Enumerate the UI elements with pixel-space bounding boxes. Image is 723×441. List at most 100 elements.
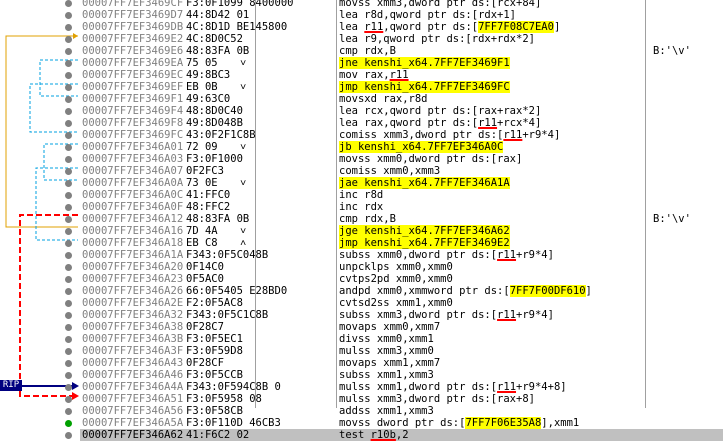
- disasm-row[interactable]: 00007FF7EF3469F4 48:8D0C40 lea rcx,qword p…: [80, 105, 723, 117]
- breakpoint-dot-icon[interactable]: [65, 204, 72, 211]
- breakpoint-dot-icon[interactable]: [65, 216, 72, 223]
- breakpoint-dot-icon[interactable]: [65, 252, 72, 259]
- breakpoint-dot-icon[interactable]: [65, 408, 72, 415]
- breakpoint-dot-icon[interactable]: [65, 264, 72, 271]
- breakpoint-dot-icon[interactable]: [65, 84, 72, 91]
- breakpoint-dot-icon[interactable]: [65, 180, 72, 187]
- disasm-row[interactable]: 00007FF7EF346A51 F3:0F5958 08 mulss xmm3,d…: [80, 393, 723, 405]
- disasm-row[interactable]: 00007FF7EF346A26 66:0F5405 E28BD0 andpd xm…: [80, 285, 723, 297]
- disasm-row[interactable]: 00007FF7EF3469E6 48:83FA 0B cmp rdx,B B:'\v…: [80, 45, 723, 57]
- breakpoint-dot-icon[interactable]: [65, 432, 72, 439]
- disasm-row[interactable]: 00007FF7EF346A4A F343:0F594C8B 0 mulss xmm…: [80, 381, 723, 393]
- instruction-cell: jae kenshi_x64.7FF7EF346A1A: [339, 177, 510, 189]
- instruction-cell: subss xmm0,dword ptr ds:[r11+r9*4]: [339, 249, 554, 261]
- disasm-row[interactable]: 00007FF7EF346A2E F2:0F5AC8 cvtsd2ss xmm1,x…: [80, 297, 723, 309]
- breakpoint-dot-icon[interactable]: [65, 360, 72, 367]
- breakpoint-dot-icon[interactable]: [65, 120, 72, 127]
- breakpoint-dot-icon[interactable]: [65, 0, 72, 7]
- disasm-row[interactable]: 00007FF7EF3469CF F3:0F1099 8400000 movss x…: [80, 0, 723, 9]
- breakpoint-dot-icon[interactable]: [65, 348, 72, 355]
- disasm-row[interactable]: 00007FF7EF346A0F 48:FFC2 inc rdx: [80, 201, 723, 213]
- rip-marker: RIP: [0, 380, 22, 391]
- disasm-row[interactable]: 00007FF7EF346A0C 41:FFC0 inc r8d: [80, 189, 723, 201]
- breakpoint-dot-icon[interactable]: [65, 144, 72, 151]
- disasm-row[interactable]: 00007FF7EF346A1A F343:0F5C048B subss xmm0,…: [80, 249, 723, 261]
- disasm-row[interactable]: 00007FF7EF346A18 ˄ EB C8 jmp kenshi_x64.7FF…: [80, 237, 723, 249]
- breakpoint-dot-icon[interactable]: [65, 156, 72, 163]
- breakpoint-dot-icon[interactable]: [65, 60, 72, 67]
- bytes-cell: F3:0F58CB: [186, 405, 243, 417]
- bytes-cell: 49:63C0: [186, 93, 231, 105]
- breakpoint-dot-icon[interactable]: [65, 288, 72, 295]
- disasm-row[interactable]: 00007FF7EF346A0A ˅ 73 0E jae kenshi_x64.7FF…: [80, 177, 723, 189]
- disasm-row[interactable]: 00007FF7EF3469D7 44:8D42 01 lea r8d,qword …: [80, 9, 723, 21]
- bytes-cell: 48:8D0C40: [186, 105, 243, 117]
- bytes-cell: 7D 4A: [186, 225, 218, 237]
- bytes-cell: F3:0F110D 46CB3: [186, 417, 281, 429]
- disasm-row[interactable]: 00007FF7EF3469F8 49:8D048B lea rax,qword p…: [80, 117, 723, 129]
- breakpoint-dot-icon[interactable]: [65, 132, 72, 139]
- bytes-cell: 48:83FA 0B: [186, 213, 250, 225]
- disasm-row[interactable]: 00007FF7EF346A16 ˅ 7D 4A jge kenshi_x64.7FF…: [80, 225, 723, 237]
- disasm-row[interactable]: 00007FF7EF3469EF ˅ EB 0B jmp kenshi_x64.7FF…: [80, 81, 723, 93]
- bytes-cell: 0F14C0: [186, 261, 224, 273]
- disasm-row[interactable]: 00007FF7EF346A3B F3:0F5EC1 divss xmm0,xmm1: [80, 333, 723, 345]
- disasm-row[interactable]: 00007FF7EF3469F1 49:63C0 movsxd rax,r8d: [80, 93, 723, 105]
- disasm-row[interactable]: 00007FF7EF3469FC 43:0F2F1C8B comiss xmm3,d…: [80, 129, 723, 141]
- instruction-cell: mulss xmm3,dword ptr ds:[rax+8]: [339, 393, 535, 405]
- breakpoint-dot-icon[interactable]: [65, 312, 72, 319]
- breakpoint-dot-icon[interactable]: [65, 336, 72, 343]
- disasm-row[interactable]: 00007FF7EF3469EA ˅ 75 05 jne kenshi_x64.7FF…: [80, 57, 723, 69]
- disasm-row[interactable]: 00007FF7EF3469DB 4C:8D1D BE145800 lea r11,…: [80, 21, 723, 33]
- disasm-row[interactable]: 00007FF7EF3469EC 49:8BC3 mov rax,r11: [80, 69, 723, 81]
- breakpoint-dot-icon[interactable]: [65, 168, 72, 175]
- breakpoint-dot-icon[interactable]: [65, 72, 72, 79]
- breakpoint-dot-icon[interactable]: [65, 324, 72, 331]
- breakpoint-dot-icon[interactable]: [65, 372, 72, 379]
- disasm-row[interactable]: 00007FF7EF346A3F F3:0F59D8 mulss xmm3,xmm0: [80, 345, 723, 357]
- disasm-row[interactable]: 00007FF7EF346A01 ˅ 72 09 jb kenshi_x64.7FF7…: [80, 141, 723, 153]
- disasm-row[interactable]: 00007FF7EF346A32 F343:0F5C1C8B subss xmm3,…: [80, 309, 723, 321]
- bytes-cell: EB C8: [186, 237, 218, 249]
- disasm-row[interactable]: 00007FF7EF346A20 0F14C0 unpcklps xmm0,xmm0: [80, 261, 723, 273]
- breakpoint-dot-icon[interactable]: [65, 108, 72, 115]
- disasm-row[interactable]: 00007FF7EF346A43 0F28CF movaps xmm1,xmm7: [80, 357, 723, 369]
- instruction-cell: mulss xmm1,dword ptr ds:[r11+r9*4+8]: [339, 381, 567, 393]
- disasm-row[interactable]: 00007FF7EF346A5A F3:0F110D 46CB3 movss dwo…: [80, 417, 723, 429]
- breakpoint-dot-icon[interactable]: [65, 192, 72, 199]
- breakpoint-dot-icon[interactable]: [65, 300, 72, 307]
- breakpoint-dot-icon[interactable]: [65, 228, 72, 235]
- bytes-cell: 72 09: [186, 141, 218, 153]
- disasm-row[interactable]: 00007FF7EF346A23 0F5AC0 cvtps2pd xmm0,xmm0: [80, 273, 723, 285]
- disasm-row[interactable]: 00007FF7EF346A03 F3:0F1000 movss xmm0,dwor…: [80, 153, 723, 165]
- breakpoint-dot-icon[interactable]: [65, 276, 72, 283]
- instruction-cell: comiss xmm0,xmm3: [339, 165, 441, 177]
- disasm-row[interactable]: 00007FF7EF346A46 F3:0F5CCB subss xmm1,xmm3: [80, 369, 723, 381]
- instruction-cell: lea r11,qword ptr ds:[7FF7F08C7EA0]: [339, 21, 561, 33]
- breakpoint-dot-icon[interactable]: [65, 48, 72, 55]
- instruction-cell: subss xmm3,dword ptr ds:[r11+r9*4]: [339, 309, 554, 321]
- bytes-cell: 0F28C7: [186, 321, 224, 333]
- bytes-cell: F3:0F5CCB: [186, 369, 243, 381]
- bytes-cell: F343:0F594C8B 0: [186, 381, 281, 393]
- breakpoint-dot-icon[interactable]: [65, 240, 72, 247]
- breakpoint-dot-icon[interactable]: [65, 396, 72, 403]
- bytes-cell: 0F5AC0: [186, 273, 224, 285]
- breakpoint-dot-icon[interactable]: [65, 24, 72, 31]
- instruction-cell: unpcklps xmm0,xmm0: [339, 261, 453, 273]
- disasm-row[interactable]: 00007FF7EF346A62 41:F6C2 02 test r10b,2: [80, 429, 723, 441]
- disasm-row[interactable]: 00007FF7EF346A07 0F2FC3 comiss xmm0,xmm3: [80, 165, 723, 177]
- instruction-cell: mulss xmm3,xmm0: [339, 345, 434, 357]
- breakpoint-dot-icon[interactable]: [65, 36, 72, 43]
- breakpoint-dot-icon[interactable]: [65, 96, 72, 103]
- disasm-row[interactable]: 00007FF7EF346A12 48:83FA 0B cmp rdx,B B:'\v…: [80, 213, 723, 225]
- breakpoint-dot-icon[interactable]: [65, 420, 72, 427]
- breakpoint-dot-icon[interactable]: [65, 12, 72, 19]
- bytes-cell: 4C:8D0C52: [186, 33, 243, 45]
- disasm-row[interactable]: 00007FF7EF3469E2 4C:8D0C52 lea r9,qword pt…: [80, 33, 723, 45]
- breakpoint-dot-icon[interactable]: [65, 384, 72, 391]
- bytes-cell: 48:FFC2: [186, 201, 231, 213]
- disasm-row[interactable]: 00007FF7EF346A38 0F28C7 movaps xmm0,xmm7: [80, 321, 723, 333]
- disasm-row[interactable]: 00007FF7EF346A56 F3:0F58CB addss xmm1,xmm3: [80, 405, 723, 417]
- comment-cell: B:'\v': [653, 45, 691, 57]
